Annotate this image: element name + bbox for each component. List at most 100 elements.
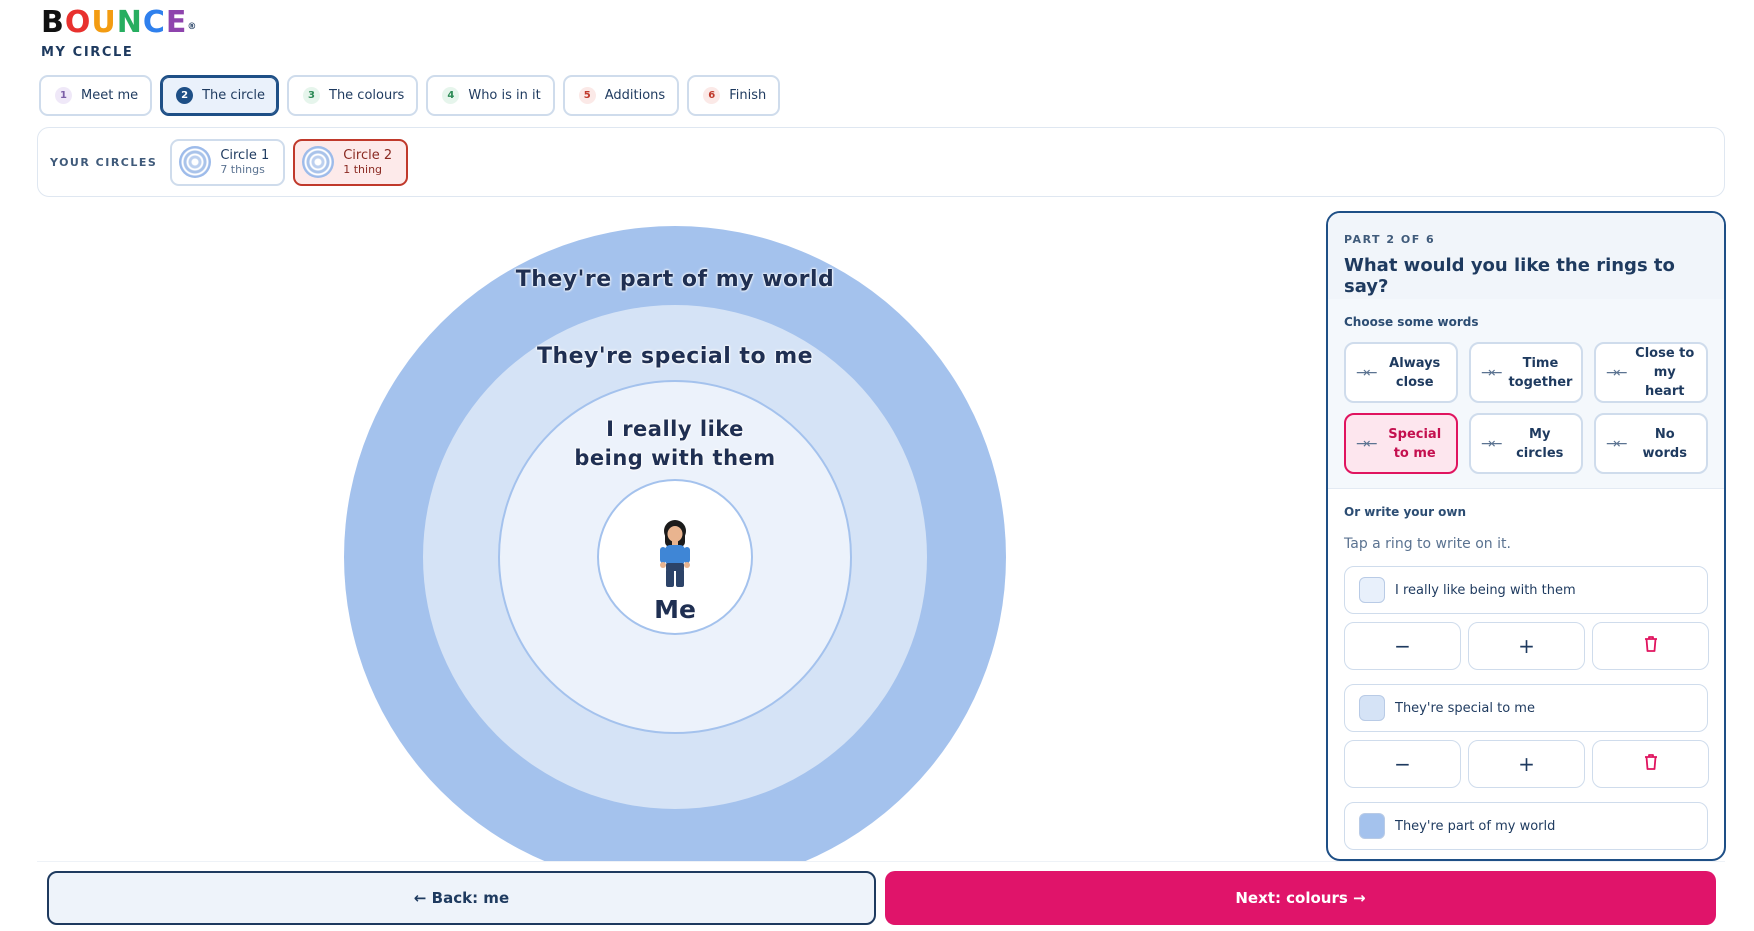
delete-ring-button[interactable] [1592,622,1709,670]
step-label: Meet me [81,88,139,103]
logo-letter-o: O [64,5,92,40]
back-button[interactable]: ← Back: me [47,871,876,925]
bottom-nav: ← Back: me Next: colours → [37,861,1725,931]
word-line2: to me [1393,445,1436,461]
part-indicator: PART 2 OF 6 [1344,233,1436,246]
word-line1: My [1529,426,1551,442]
me-label: Me [654,595,696,624]
logo-letter-c: C [142,5,166,40]
step-label: The circle [202,88,265,103]
step-tabs: 1 Meet me 2 The circle 3 The colours 4 W… [39,75,781,116]
circle-1-chip[interactable]: Circle 1 7 things [170,138,286,186]
ring-text-field-outer[interactable]: They're part of my world [1344,802,1708,850]
grow-ring-button[interactable]: + [1468,740,1585,788]
shrink-ring-button[interactable]: − [1344,740,1461,788]
write-your-own-hint: Tap a ring to write on it. [1344,536,1511,552]
ring-controls: − + [1344,740,1709,788]
panel-question: What would you like the rings to say? [1344,255,1675,297]
write-your-own-heading: Or write your own [1344,505,1467,519]
word-option-no-words[interactable]: →← No words [1594,413,1708,474]
word-line2: words [1642,445,1687,461]
your-circles-bar: YOUR CIRCLES Circle 1 7 things Circle 2 … [37,127,1725,197]
avatar-icon [660,520,690,587]
word-option-close-to-my-heart[interactable]: →← Close to my heart [1594,342,1708,403]
tab-meet-me[interactable]: 1 Meet me [39,75,153,116]
ring-color-swatch [1359,813,1385,839]
circle-name: Circle 1 [220,148,270,163]
word-line1: Always [1389,355,1441,371]
tab-additions[interactable]: 5 Additions [562,75,680,116]
ring-controls: − + [1344,622,1709,670]
logo-letter-u: U [91,5,117,40]
compress-arrows-icon: →← [1481,364,1503,381]
grow-ring-button[interactable]: + [1468,622,1585,670]
bounce-logo: BOUNCE® [41,6,197,40]
ring-text-field-inner[interactable]: I really like being with them [1344,566,1708,614]
compress-arrows-icon: →← [1481,435,1503,452]
step-label: The colours [329,88,405,103]
trash-icon [1644,754,1657,770]
ring-inner-label-line2: being with them [574,446,776,470]
word-option-time-together[interactable]: →← Time together [1469,342,1583,403]
ring-text-value: I really like being with them [1395,582,1576,598]
word-line1: Special [1388,426,1442,442]
step-number: 4 [442,87,460,104]
write-your-own-section: Or write your own Tap a ring to write on… [1328,489,1724,850]
step-number: 6 [703,87,721,104]
word-option-my-circles[interactable]: →← My circles [1469,413,1583,474]
ring-text-field-middle[interactable]: They're special to me [1344,684,1708,732]
page-title: MY CIRCLE [41,45,134,60]
word-line2: together [1508,374,1573,390]
word-options: →← Always close →← Time together →← Close … [1344,342,1708,474]
logo-letter-e: E [165,5,188,40]
compress-arrows-icon: →← [1356,364,1378,381]
delete-ring-button[interactable] [1592,740,1709,788]
ring-color-swatch [1359,577,1385,603]
ring-inner-label-line1: I really like [606,417,744,441]
choose-words-heading: Choose some words [1344,315,1479,329]
circle-diagram: They're part of my world They're special… [344,226,1006,888]
step-number: 1 [55,87,72,104]
word-line1: No [1654,426,1675,442]
logo-letter-b: B [41,5,65,40]
panel-header: PART 2 OF 6 What would you like the ring… [1328,213,1724,299]
next-button[interactable]: Next: colours → [885,871,1716,925]
circle-count: 1 thing [343,163,383,176]
tab-who-is-in-it[interactable]: 4 Who is in it [426,75,555,116]
word-line2: circles [1516,445,1564,461]
ring-middle-label: They're special to me [536,344,814,369]
word-line2: close [1395,374,1434,390]
step-number: 3 [303,87,320,104]
ring-outer-label: They're part of my world [515,267,835,292]
word-line1: Close to [1635,346,1695,361]
word-option-always-close[interactable]: →← Always close [1344,342,1458,403]
compress-arrows-icon: →← [1606,435,1628,452]
logo-letter-n: N [116,5,143,40]
word-line1: Time [1522,355,1559,371]
registered-mark: ® [187,22,198,32]
step-label: Who is in it [468,88,541,103]
choose-words-section: Choose some words →← Always close →← Time… [1328,299,1724,489]
circle-thumbnail-icon [179,146,212,178]
ring-text-value: They're special to me [1395,700,1535,716]
ring-inner-label: I really like being with them [344,415,1006,473]
compress-arrows-icon: →← [1356,435,1378,452]
trash-icon [1644,636,1657,652]
compress-arrows-icon: →← [1606,364,1628,381]
tab-the-colours[interactable]: 3 The colours [287,75,419,116]
ring-text-value: They're part of my world [1395,818,1556,834]
step-number: 2 [176,87,194,104]
tab-the-circle[interactable]: 2 The circle [160,75,279,116]
circle-thumbnail-icon [302,146,335,178]
ring-words-panel: PART 2 OF 6 What would you like the ring… [1326,211,1726,861]
your-circles-label: YOUR CIRCLES [50,155,158,169]
step-label: Additions [604,88,666,103]
word-option-special-to-me[interactable]: →← Special to me [1344,413,1458,474]
shrink-ring-button[interactable]: − [1344,622,1461,670]
circle-2-chip[interactable]: Circle 2 1 thing [293,138,409,186]
tab-finish[interactable]: 6 Finish [687,75,781,116]
word-line2: my heart [1644,365,1685,399]
circle-name: Circle 2 [343,148,393,163]
circle-count: 7 things [220,163,265,176]
ring-color-swatch [1359,695,1385,721]
